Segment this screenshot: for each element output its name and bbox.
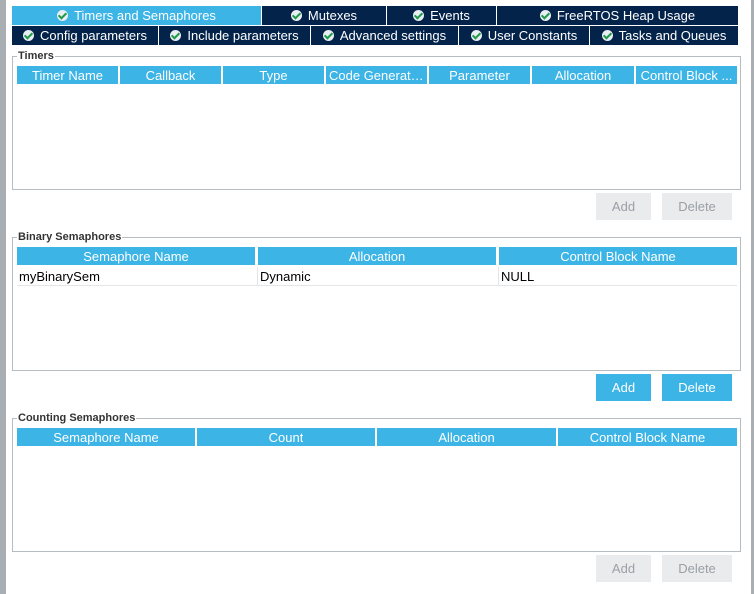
tab-user-constants[interactable]: User Constants [459,26,589,45]
timers-col-header[interactable]: Parameter [429,66,530,84]
counting-col-header[interactable]: Allocation [377,428,556,446]
binary-col-header[interactable]: Semaphore Name [17,247,255,265]
check-circle-icon [57,10,69,21]
check-circle-icon [470,30,482,41]
counting-semaphores-group-title: Counting Semaphores [18,412,136,424]
counting-col-header[interactable]: Control Block Name [558,428,737,446]
tab-advanced-settings[interactable]: Advanced settings [311,26,458,45]
counting-delete-button[interactable]: Delete [662,555,732,582]
check-circle-icon [539,10,551,21]
check-circle-icon [413,10,425,21]
tab-label: Mutexes [307,8,358,23]
tab-events[interactable]: Events [387,6,496,25]
counting-col-header[interactable]: Semaphore Name [17,428,195,446]
freertos-config-panel: Timers and Semaphores Mutexes Events Fre… [6,0,751,594]
check-circle-icon [170,30,182,41]
binary-delete-button[interactable]: Delete [662,374,732,401]
binary-semaphores-group-title: Binary Semaphores [18,231,122,243]
binary-add-button[interactable]: Add [596,374,651,401]
table-row[interactable]: myBinarySem Dynamic NULL [17,267,737,286]
timers-col-header[interactable]: Type [223,66,324,84]
check-circle-icon [601,30,613,41]
tab-config-parameters[interactable]: Config parameters [12,26,158,45]
tab-timers-and-semaphores[interactable]: Timers and Semaphores [12,6,261,25]
tab-include-parameters[interactable]: Include parameters [159,26,310,45]
check-circle-icon [322,30,334,41]
timers-col-header[interactable]: Control Block ... [636,66,737,84]
tab-mutexes[interactable]: Mutexes [262,6,386,25]
binary-col-header[interactable]: Allocation [258,247,496,265]
tab-label: Timers and Semaphores [74,8,216,23]
tab-label: Advanced settings [339,28,447,43]
timers-col-header[interactable]: Timer Name [17,66,118,84]
tab-label: FreeRTOS Heap Usage [556,8,696,23]
tab-label: Tasks and Queues [618,28,727,43]
timers-group-title: Timers [18,50,54,62]
timers-delete-button[interactable]: Delete [662,193,732,220]
tab-tasks-and-queues[interactable]: Tasks and Queues [590,26,738,45]
timers-col-header[interactable]: Allocation [532,66,634,84]
window-frame: Timers and Semaphores Mutexes Events Fre… [0,0,754,594]
timers-col-header[interactable]: Code Generati... [326,66,427,84]
check-circle-icon [290,10,302,21]
counting-col-header[interactable]: Count [197,428,375,446]
timers-col-header[interactable]: Callback [120,66,221,84]
tab-label: Config parameters [40,28,147,43]
timers-add-button[interactable]: Add [596,193,651,220]
allocation-cell[interactable]: Dynamic [258,267,499,285]
check-circle-icon [23,30,35,41]
tab-label: User Constants [487,28,578,43]
tab-label: Include parameters [187,28,299,43]
semaphore-name-cell[interactable]: myBinarySem [17,267,258,285]
binary-col-header[interactable]: Control Block Name [499,247,737,265]
tab-label: Events [430,8,470,23]
tab-freertos-heap-usage[interactable]: FreeRTOS Heap Usage [497,6,738,25]
counting-add-button[interactable]: Add [596,555,651,582]
control-block-name-cell[interactable]: NULL [499,267,737,285]
